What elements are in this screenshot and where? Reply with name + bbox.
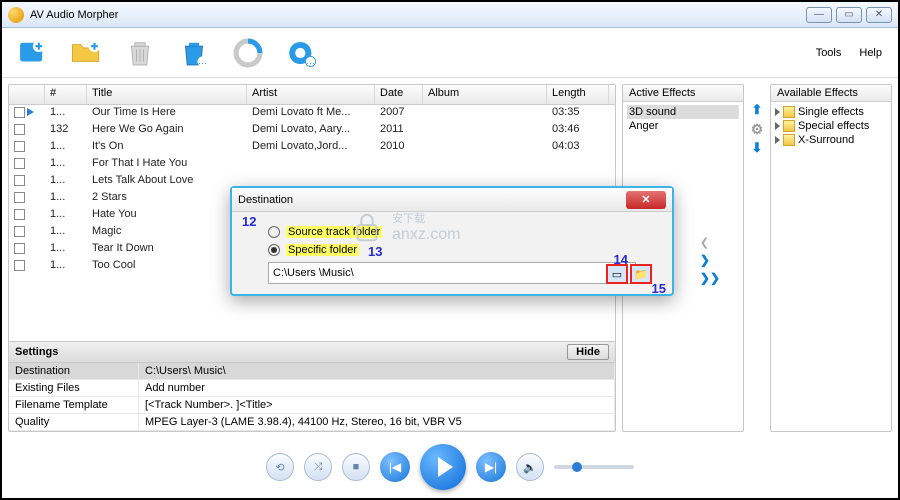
table-row[interactable]: 1...Our Time Is HereDemi Lovato ft Me...… <box>9 105 615 122</box>
setting-destination-value[interactable]: C:\Users\ Music\ <box>139 363 615 380</box>
specific-folder-label[interactable]: Specific folder <box>286 244 359 256</box>
destination-dialog: Destination ✕ Source track folder Specif… <box>230 186 674 296</box>
tree-item[interactable]: X-Surround <box>775 133 887 147</box>
open-folder-button[interactable]: 📁 <box>630 264 652 284</box>
setting-template-value[interactable]: [<Track Number>. ]<Title> <box>139 397 615 414</box>
col-artist[interactable]: Artist <box>247 85 375 104</box>
svg-text:…: … <box>306 56 315 66</box>
clear-button[interactable]: … <box>174 33 214 73</box>
folder-icon <box>783 120 795 132</box>
tree-item[interactable]: Single effects <box>775 105 887 119</box>
available-effects-header: Available Effects <box>771 85 891 102</box>
col-title[interactable]: Title <box>87 85 247 104</box>
close-button[interactable]: ✕ <box>866 7 892 23</box>
active-effects-header: Active Effects <box>623 85 743 102</box>
settings-header: Settings Hide <box>9 341 615 363</box>
morph-button[interactable] <box>228 33 268 73</box>
annotation-15: 15 <box>652 281 666 296</box>
table-row[interactable]: 1...It's OnDemi Lovato,Jord...2010 04:03 <box>9 139 615 156</box>
stop-button[interactable]: ■ <box>342 453 370 481</box>
specific-folder-radio[interactable] <box>268 244 280 256</box>
setting-quality-value[interactable]: MPEG Layer-3 (LAME 3.98.4), 44100 Hz, St… <box>139 414 615 431</box>
browse-button[interactable]: ▭ <box>606 264 628 284</box>
tools-menu[interactable]: Tools <box>816 47 842 59</box>
folder-icon <box>783 106 795 118</box>
table-row[interactable]: 1...For That I Hate You <box>9 156 615 173</box>
setting-existing-label[interactable]: Existing Files <box>9 380 139 397</box>
titlebar: AV Audio Morpher — ▭ ✕ <box>2 2 898 28</box>
table-row[interactable]: 132Here We Go AgainDemi Lovato, Aary...2… <box>9 122 615 139</box>
col-album[interactable]: Album <box>423 85 547 104</box>
col-num[interactable]: # <box>45 85 87 104</box>
setting-quality-label[interactable]: Quality <box>9 414 139 431</box>
hide-button[interactable]: Hide <box>567 344 609 360</box>
next-button[interactable]: ▶| <box>476 452 506 482</box>
move-up-icon[interactable]: ⬆ <box>749 102 765 118</box>
dialog-close-button[interactable]: ✕ <box>626 191 666 209</box>
play-button[interactable] <box>420 444 466 490</box>
transfer-arrows: ❮ ❯ ❯❯ <box>700 236 720 285</box>
setting-template-label[interactable]: Filename Template <box>9 397 139 414</box>
app-icon <box>8 7 24 23</box>
source-folder-label[interactable]: Source track folder <box>286 226 382 238</box>
toolbar: … … Tools Help <box>2 28 898 78</box>
move-down-icon[interactable]: ⬇ <box>749 140 765 156</box>
repeat-button[interactable]: ⟲ <box>266 453 294 481</box>
source-folder-radio[interactable] <box>268 226 280 238</box>
help-menu[interactable]: Help <box>859 47 882 59</box>
available-effects-panel: Available Effects Single effectsSpecial … <box>770 84 892 432</box>
add-folder-button[interactable] <box>66 33 106 73</box>
volume-slider[interactable] <box>554 465 634 469</box>
shuffle-button[interactable]: ⤨ <box>304 453 332 481</box>
app-title: AV Audio Morpher <box>30 9 118 21</box>
maximize-button[interactable]: ▭ <box>836 7 862 23</box>
add-file-button[interactable] <box>12 33 52 73</box>
setting-destination-label[interactable]: Destination <box>9 363 139 380</box>
tree-item[interactable]: Special effects <box>775 119 887 133</box>
dialog-title: Destination <box>238 194 293 206</box>
arrow-right-all-icon[interactable]: ❯❯ <box>700 271 720 285</box>
folder-icon <box>783 134 795 146</box>
col-date[interactable]: Date <box>375 85 423 104</box>
prev-button[interactable]: |◀ <box>380 452 410 482</box>
setting-existing-value[interactable]: Add number <box>139 380 615 397</box>
mute-button[interactable]: 🔈 <box>516 453 544 481</box>
arrow-right-icon[interactable]: ❯ <box>700 253 720 267</box>
chevron-right-icon <box>775 122 780 130</box>
list-item[interactable]: Anger <box>627 119 739 133</box>
minimize-button[interactable]: — <box>806 7 832 23</box>
annotation-14: 14 <box>614 252 628 267</box>
path-input[interactable]: C:\Users \Music\ <box>268 262 636 284</box>
chevron-right-icon <box>775 136 780 144</box>
settings-button[interactable]: … <box>282 33 322 73</box>
annotation-13: 13 <box>368 244 382 259</box>
annotation-12: 12 <box>242 214 256 229</box>
list-item[interactable]: 3D sound <box>627 105 739 119</box>
player-bar: ⟲ ⤨ ■ |◀ ▶| 🔈 <box>2 442 898 492</box>
svg-text:…: … <box>198 56 207 66</box>
col-length[interactable]: Length <box>547 85 609 104</box>
chevron-right-icon <box>775 108 780 116</box>
gear-icon[interactable]: ⚙ <box>749 121 765 137</box>
arrow-left-icon[interactable]: ❮ <box>700 236 720 249</box>
delete-button[interactable] <box>120 33 160 73</box>
